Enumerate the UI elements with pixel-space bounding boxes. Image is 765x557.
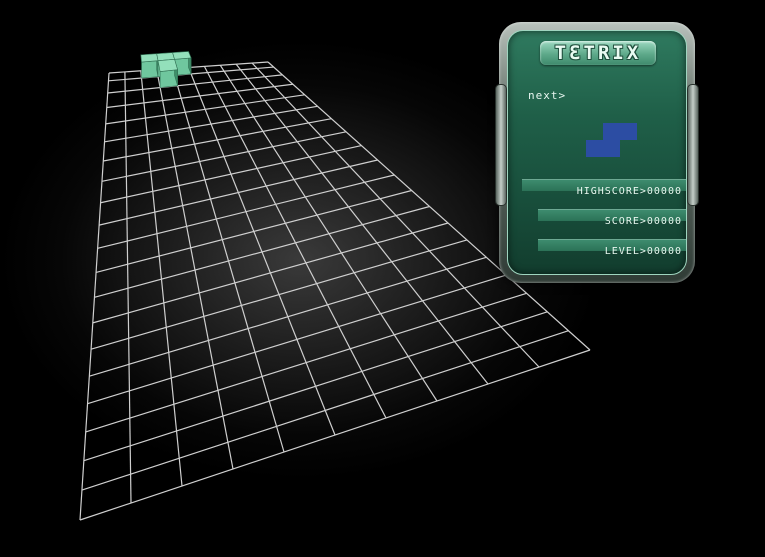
title-plate: TƐTRIX [540, 41, 656, 65]
grid-row-line [90, 239, 468, 350]
grid-column-line [203, 66, 387, 419]
piece-block-top [172, 51, 192, 60]
next-piece-block [620, 123, 637, 140]
grid-row-line [89, 256, 487, 377]
grid-row-line [97, 174, 395, 249]
falling-piece [140, 51, 192, 88]
side-panel: TƐTRIX next> HIGHSCORE>00000 SCORE>00000… [495, 22, 699, 283]
next-piece-label: next> [528, 89, 567, 102]
next-piece-block [603, 140, 620, 157]
next-piece-preview [586, 123, 637, 157]
grid-row-line [92, 222, 449, 324]
piece-block-top [157, 58, 178, 72]
panel-screen: TƐTRIX next> HIGHSCORE>00000 SCORE>00000… [507, 30, 687, 275]
piece-block-front [141, 60, 159, 79]
grid-row-line [104, 105, 318, 143]
grid-row-line [87, 274, 507, 405]
piece-block-top [140, 53, 159, 63]
next-piece-block [586, 140, 603, 157]
score-readout: SCORE>00000 [604, 216, 682, 227]
grid-row-line [103, 118, 332, 162]
level-bar: LEVEL>00000 [538, 239, 686, 257]
grid-column-line [172, 68, 285, 453]
highscore-readout: HIGHSCORE>00000 [576, 186, 682, 197]
level-readout: LEVEL>00000 [604, 246, 682, 257]
highscore-bar: HIGHSCORE>00000 [522, 179, 686, 197]
grid-row-line [98, 159, 378, 226]
grid-row-line [105, 94, 305, 125]
grid-column-line [79, 72, 110, 521]
grid-column-line [156, 69, 234, 470]
panel-clip-right [687, 84, 699, 206]
next-piece-block [603, 123, 620, 140]
grid-row-line [85, 292, 527, 433]
grid-column-line [140, 70, 183, 487]
grid-column-line [235, 63, 489, 385]
grid-row-line [95, 189, 412, 274]
grid-row-line [106, 83, 293, 109]
game-stage: TƐTRIX next> HIGHSCORE>00000 SCORE>00000… [0, 0, 765, 557]
panel-clip-left [495, 84, 507, 206]
grid-row-line [79, 349, 591, 521]
game-title: TƐTRIX [554, 42, 642, 64]
score-bar: SCORE>00000 [538, 209, 686, 227]
grid-row-line [94, 205, 430, 298]
